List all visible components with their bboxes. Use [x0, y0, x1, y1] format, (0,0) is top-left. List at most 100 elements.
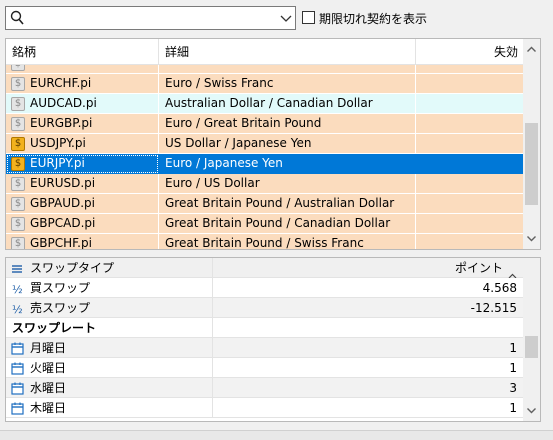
swap-type-label: スワップタイプ	[6, 258, 213, 278]
dollar-gray-icon: $	[11, 217, 25, 231]
expiration-cell	[416, 94, 524, 114]
swap-row[interactable]: 木曜日 1	[6, 398, 524, 418]
table-row[interactable]: $ GBPCAD.pi Great Britain Pound / Canadian…	[6, 214, 524, 234]
description-cell: Great Britain Pound / Canadian Dollar	[159, 214, 416, 234]
dollar-gray-icon: $	[11, 197, 25, 211]
swap-key: ½ 買スワップ	[6, 278, 213, 298]
symbol-name: GBPAUD.pi	[30, 196, 95, 210]
fraction-icon: ½	[12, 283, 23, 296]
expiration-cell	[416, 74, 524, 94]
dollar-gray-icon: $	[11, 237, 25, 249]
symbol-cell: $ USDJPY.pi	[6, 134, 159, 154]
table-row[interactable]: $ EURJPY.pi Euro / Japanese Yen	[6, 154, 524, 174]
expiration-cell	[416, 194, 524, 214]
swap-key-text: 木曜日	[30, 401, 67, 415]
swap-key: 火曜日	[6, 358, 213, 378]
symbol-table-scrollbar[interactable]	[523, 39, 540, 249]
symbol-table: 銘柄 詳細 失効 $ $ EURCHF.pi Euro / Swiss Franc $ A…	[5, 38, 541, 250]
swap-row[interactable]: 月曜日 1	[6, 338, 524, 358]
swap-key: 木曜日	[6, 398, 213, 418]
expiration-cell	[416, 234, 524, 249]
swap-key: ½ 売スワップ	[6, 298, 213, 318]
column-header-symbol[interactable]: 銘柄	[6, 39, 159, 65]
symbol-name: EURGBP.pi	[30, 116, 93, 130]
swap-key: 月曜日	[6, 338, 213, 358]
scroll-down-icon[interactable]	[523, 230, 540, 247]
scrollbar-thumb[interactable]	[525, 336, 538, 358]
table-row[interactable]: $	[6, 65, 524, 74]
swap-header-row: スワップタイプ ポイント	[6, 258, 524, 279]
swap-key-text: スワップレート	[12, 321, 97, 335]
column-header-description[interactable]: 詳細	[159, 39, 416, 65]
symbol-name: EURCHF.pi	[30, 76, 92, 90]
column-header-expiration[interactable]: 失効	[416, 39, 524, 65]
description-cell: Euro / Japanese Yen	[159, 154, 416, 174]
swap-key-text: 売スワップ	[30, 301, 91, 315]
expiration-cell	[416, 154, 524, 174]
table-row[interactable]: $ GBPAUD.pi Great Britain Pound / Australi…	[6, 194, 524, 214]
table-row[interactable]: $ USDJPY.pi US Dollar / Japanese Yen	[6, 134, 524, 154]
swap-key-text: 水曜日	[30, 381, 67, 395]
symbol-table-body: $ $ EURCHF.pi Euro / Swiss Franc $ AUDCAD.pi A…	[6, 65, 524, 250]
search-input[interactable]	[28, 9, 268, 27]
description-cell: Great Britain Pound / Australian Dollar	[159, 194, 416, 214]
dollar-gray-icon: $	[11, 77, 25, 91]
swap-row[interactable]: ½ 買スワップ 4.568	[6, 278, 524, 298]
swap-value: 1	[213, 358, 524, 378]
symbol-cell: $ GBPCAD.pi	[6, 214, 159, 234]
swap-value: -12.515	[213, 298, 524, 318]
table-row[interactable]: $ GBPCHF.pi Great Britain Pound / Swiss Fr…	[6, 234, 524, 250]
description-cell: Euro / Great Britain Pound	[159, 114, 416, 134]
dollar-gold-icon: $	[11, 137, 25, 151]
symbol-cell: $ EURJPY.pi	[6, 154, 159, 174]
description-cell: Euro / US Dollar	[159, 174, 416, 194]
show-expired-checkbox[interactable]	[302, 11, 315, 24]
swap-key: スワップレート	[6, 318, 213, 338]
scroll-up-icon[interactable]	[523, 41, 540, 58]
table-row[interactable]: $ EURCHF.pi Euro / Swiss Franc	[6, 74, 524, 94]
swap-type-value[interactable]: ポイント	[213, 258, 524, 279]
swap-value: 1	[213, 338, 524, 358]
symbol-name: EURJPY.pi	[30, 156, 85, 170]
description-cell: Great Britain Pound / Swiss Franc	[159, 234, 416, 249]
dollar-gray-icon: $	[11, 177, 25, 191]
swap-key-text: 月曜日	[30, 341, 67, 355]
symbol-cell: $ EURUSD.pi	[6, 174, 159, 194]
swap-key-text: 買スワップ	[30, 281, 91, 295]
fraction-icon: ½	[12, 303, 23, 316]
swap-value: 1	[213, 398, 524, 418]
expiration-cell	[416, 174, 524, 194]
symbol-cell: $	[6, 65, 159, 74]
scrollbar-thumb[interactable]	[525, 123, 538, 205]
symbol-name: AUDCAD.pi	[30, 96, 97, 110]
description-cell: Australian Dollar / Canadian Dollar	[159, 94, 416, 114]
description-cell: US Dollar / Japanese Yen	[159, 134, 416, 154]
swap-panel-scrollbar[interactable]	[523, 258, 540, 421]
expiration-cell	[416, 134, 524, 154]
swap-row[interactable]: 火曜日 1	[6, 358, 524, 378]
symbol-name: EURUSD.pi	[30, 176, 96, 190]
swap-key: 水曜日	[6, 378, 213, 398]
symbol-name: GBPCHF.pi	[30, 236, 92, 250]
table-row[interactable]: $ EURGBP.pi Euro / Great Britain Pound	[6, 114, 524, 134]
symbol-cell: $ GBPCHF.pi	[6, 234, 159, 250]
swap-key-text: 火曜日	[30, 361, 67, 375]
table-row[interactable]: $ AUDCAD.pi Australian Dollar / Canadian D…	[6, 94, 524, 114]
search-icon	[10, 10, 24, 29]
description-cell: Euro / Swiss Franc	[159, 74, 416, 94]
search-combobox[interactable]	[5, 6, 296, 30]
swap-row[interactable]: 水曜日 3	[6, 378, 524, 398]
status-strip	[0, 430, 553, 440]
table-row[interactable]: $ EURUSD.pi Euro / US Dollar	[6, 174, 524, 194]
show-expired-label[interactable]: 期限切れ契約を表示	[319, 10, 427, 27]
description-cell	[159, 65, 416, 74]
symbol-name: USDJPY.pi	[30, 136, 86, 150]
swap-row[interactable]: ½ 売スワップ -12.515	[6, 298, 524, 318]
swap-row[interactable]: スワップレート	[6, 318, 524, 338]
symbol-name: GBPCAD.pi	[30, 216, 96, 230]
scroll-down-icon[interactable]	[523, 402, 540, 419]
symbol-cell: $ GBPAUD.pi	[6, 194, 159, 214]
expiration-cell	[416, 65, 524, 74]
calendar-icon	[11, 401, 24, 421]
chevron-down-icon[interactable]	[280, 13, 292, 27]
